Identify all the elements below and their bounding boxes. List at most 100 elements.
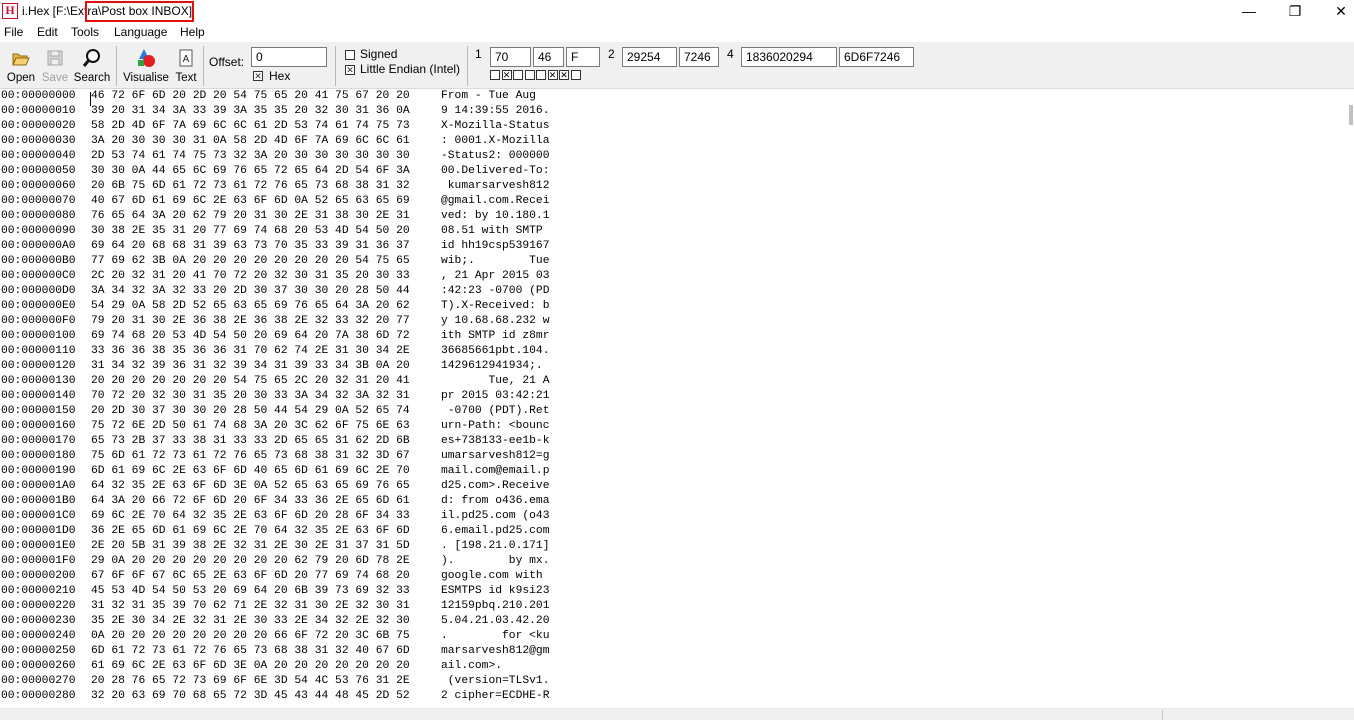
hex-row-bytes[interactable]: 69 64 20 68 68 31 39 63 73 70 35 33 39 3… — [91, 239, 431, 254]
hex-row-text[interactable]: umarsarvesh812=g — [441, 449, 561, 464]
close-button[interactable]: ✕ — [1318, 0, 1354, 22]
visualise-button[interactable]: Visualise — [121, 45, 171, 87]
hex-row-bytes[interactable]: 32 20 63 69 70 68 65 72 3D 45 43 44 48 4… — [91, 689, 431, 704]
hex-row-text[interactable]: y 10.68.68.232 w — [441, 314, 561, 329]
hex-row-bytes[interactable]: 67 6F 6F 67 6C 65 2E 63 6F 6D 20 77 69 7… — [91, 569, 431, 584]
hex-row-bytes[interactable]: 70 72 20 32 30 31 35 20 30 33 3A 34 32 3… — [91, 389, 431, 404]
dword4-hex-field[interactable]: 6D6F7246 — [839, 47, 914, 67]
hex-row-bytes[interactable]: 61 69 6C 2E 63 6F 6D 3E 0A 20 20 20 20 2… — [91, 659, 431, 674]
hex-row-bytes[interactable]: 54 29 0A 58 2D 52 65 63 65 69 76 65 64 3… — [91, 299, 431, 314]
byte1-text-field[interactable]: F — [566, 47, 600, 67]
hex-row-text[interactable]: :42:23 -0700 (PD — [441, 284, 561, 299]
hex-row-text[interactable]: 36685661pbt.104. — [441, 344, 561, 359]
hex-row-text[interactable]: Tue, 21 A — [441, 374, 561, 389]
hex-row-text[interactable]: ESMTPS id k9si23 — [441, 584, 561, 599]
offset-input[interactable]: 0 — [251, 47, 327, 67]
menu-language[interactable]: Language — [114, 25, 167, 39]
hex-row-text[interactable]: From - Tue Aug — [441, 89, 561, 104]
hex-row-bytes[interactable]: 31 34 32 39 36 31 32 39 34 31 39 33 34 3… — [91, 359, 431, 374]
hex-row-text[interactable]: ith SMTP id z8mr — [441, 329, 561, 344]
save-button[interactable]: Save — [41, 45, 69, 87]
hex-row-bytes[interactable]: 39 20 31 34 3A 33 39 3A 35 35 20 32 30 3… — [91, 104, 431, 119]
hex-row-text[interactable]: wib;. Tue — [441, 254, 561, 269]
hex-row-bytes[interactable]: 2D 53 74 61 74 75 73 32 3A 20 30 30 30 3… — [91, 149, 431, 164]
menu-edit[interactable]: Edit — [37, 25, 58, 39]
bit-checkbox[interactable] — [513, 70, 523, 80]
hex-row-text[interactable]: id hh19csp539167 — [441, 239, 561, 254]
hex-row-text[interactable]: , 21 Apr 2015 03 — [441, 269, 561, 284]
hex-row-bytes[interactable]: 2C 20 32 31 20 41 70 72 20 32 30 31 35 2… — [91, 269, 431, 284]
hex-row-text[interactable]: urn-Path: <bounc — [441, 419, 561, 434]
hex-row-text[interactable]: marsarvesh812@gm — [441, 644, 561, 659]
menu-help[interactable]: Help — [180, 25, 205, 39]
hex-row-bytes[interactable]: 79 20 31 30 2E 36 38 2E 36 38 2E 32 33 3… — [91, 314, 431, 329]
hex-row-bytes[interactable]: 3A 34 32 3A 32 33 20 2D 30 37 30 30 20 2… — [91, 284, 431, 299]
hex-row-bytes[interactable]: 30 38 2E 35 31 20 77 69 74 68 20 53 4D 5… — [91, 224, 431, 239]
hex-row-text[interactable]: ved: by 10.180.1 — [441, 209, 561, 224]
hex-row-bytes[interactable]: 77 69 62 3B 0A 20 20 20 20 20 20 20 20 5… — [91, 254, 431, 269]
signed-checkbox[interactable] — [345, 50, 355, 60]
hex-row-bytes[interactable]: 64 3A 20 66 72 6F 6D 20 6F 34 33 36 2E 6… — [91, 494, 431, 509]
menu-tools[interactable]: Tools — [71, 25, 99, 39]
hex-row-bytes[interactable]: 2E 20 5B 31 39 38 2E 32 31 2E 30 2E 31 3… — [91, 539, 431, 554]
text-button[interactable]: A Text — [174, 45, 198, 87]
hex-row-bytes[interactable]: 36 2E 65 6D 61 69 6C 2E 70 64 32 35 2E 6… — [91, 524, 431, 539]
hex-row-text[interactable]: 1429612941934;. — [441, 359, 561, 374]
hex-row-bytes[interactable]: 76 65 64 3A 20 62 79 20 31 30 2E 31 38 3… — [91, 209, 431, 224]
open-button[interactable]: Open — [4, 45, 38, 87]
hex-row-bytes[interactable]: 29 0A 20 20 20 20 20 20 20 20 62 79 20 6… — [91, 554, 431, 569]
hex-row-bytes[interactable]: 64 32 35 2E 63 6F 6D 3E 0A 52 65 63 65 6… — [91, 479, 431, 494]
hex-row-bytes[interactable]: 46 72 6F 6D 20 2D 20 54 75 65 20 41 75 6… — [91, 89, 431, 104]
hex-row-text[interactable]: 5.04.21.03.42.20 — [441, 614, 561, 629]
hex-row-text[interactable]: ail.com>. — [441, 659, 561, 674]
hex-row-text[interactable]: google.com with — [441, 569, 561, 584]
hex-row-bytes[interactable]: 31 32 31 35 39 70 62 71 2E 32 31 30 2E 3… — [91, 599, 431, 614]
dword4-decimal-field[interactable]: 1836020294 — [741, 47, 837, 67]
hex-row-text[interactable]: 08.51 with SMTP — [441, 224, 561, 239]
byte1-char-field[interactable]: 46 — [533, 47, 564, 67]
hex-checkbox[interactable]: ✕ — [253, 71, 263, 81]
hex-row-bytes[interactable]: 69 6C 2E 70 64 32 35 2E 63 6F 6D 20 28 6… — [91, 509, 431, 524]
hex-row-bytes[interactable]: 0A 20 20 20 20 20 20 20 20 66 6F 72 20 3… — [91, 629, 431, 644]
hex-row-bytes[interactable]: 65 73 2B 37 33 38 31 33 33 2D 65 65 31 6… — [91, 434, 431, 449]
hex-row-text[interactable]: kumarsarvesh812 — [441, 179, 561, 194]
hex-row-text[interactable]: d: from o436.ema — [441, 494, 561, 509]
hex-row-text[interactable]: il.pd25.com (o43 — [441, 509, 561, 524]
hex-row-bytes[interactable]: 75 72 6E 2D 50 61 74 68 3A 20 3C 62 6F 7… — [91, 419, 431, 434]
hex-row-bytes[interactable]: 40 67 6D 61 69 6C 2E 63 6F 6D 0A 52 65 6… — [91, 194, 431, 209]
hex-row-text[interactable]: : 0001.X-Mozilla — [441, 134, 561, 149]
hex-row-text[interactable]: 00.Delivered-To: — [441, 164, 561, 179]
word2-decimal-field[interactable]: 29254 — [622, 47, 677, 67]
word2-hex-field[interactable]: 7246 — [679, 47, 719, 67]
hex-row-bytes[interactable]: 20 28 76 65 72 73 69 6F 6E 3D 54 4C 53 7… — [91, 674, 431, 689]
bit-checkbox[interactable] — [536, 70, 546, 80]
hex-row-bytes[interactable]: 58 2D 4D 6F 7A 69 6C 6C 61 2D 53 74 61 7… — [91, 119, 431, 134]
scroll-thumb[interactable] — [1349, 105, 1353, 125]
bit-checkbox[interactable] — [490, 70, 500, 80]
hex-view[interactable]: 00:00000000 46 72 6F 6D 20 2D 20 54 75 65… — [0, 89, 1348, 709]
hex-row-text[interactable]: ). by mx. — [441, 554, 561, 569]
horizontal-scrollbar[interactable] — [0, 708, 1354, 720]
bit-checkbox[interactable]: ✕ — [501, 70, 512, 80]
hex-row-bytes[interactable]: 69 74 68 20 53 4D 54 50 20 69 64 20 7A 3… — [91, 329, 431, 344]
hex-row-text[interactable]: 12159pbq.210.201 — [441, 599, 561, 614]
hex-row-text[interactable]: 2 cipher=ECDHE-R — [441, 689, 561, 704]
hex-row-bytes[interactable]: 6D 61 69 6C 2E 63 6F 6D 40 65 6D 61 69 6… — [91, 464, 431, 479]
hex-row-text[interactable]: 6.email.pd25.com — [441, 524, 561, 539]
menu-file[interactable]: File — [4, 25, 23, 39]
hex-row-bytes[interactable]: 30 30 0A 44 65 6C 69 76 65 72 65 64 2D 5… — [91, 164, 431, 179]
bit-checkbox[interactable]: ✕ — [547, 70, 558, 80]
bit-checkbox[interactable] — [524, 70, 535, 80]
hex-row-text[interactable]: mail.com@email.p — [441, 464, 561, 479]
hex-row-text[interactable]: d25.com>.Receive — [441, 479, 561, 494]
little-endian-checkbox[interactable]: ✕ — [345, 65, 355, 75]
hex-row-bytes[interactable]: 3A 20 30 30 30 31 0A 58 2D 4D 6F 7A 69 6… — [91, 134, 431, 149]
hex-row-text[interactable]: T).X-Received: b — [441, 299, 561, 314]
hex-row-text[interactable]: -0700 (PDT).Ret — [441, 404, 561, 419]
bit-checkbox[interactable] — [570, 70, 581, 80]
hex-row-bytes[interactable]: 20 6B 75 6D 61 72 73 61 72 76 65 73 68 3… — [91, 179, 431, 194]
hex-row-bytes[interactable]: 6D 61 72 73 61 72 76 65 73 68 38 31 32 4… — [91, 644, 431, 659]
hex-row-text[interactable]: @gmail.com.Recei — [441, 194, 561, 209]
hex-row-bytes[interactable]: 45 53 4D 54 50 53 20 69 64 20 6B 39 73 6… — [91, 584, 431, 599]
hex-row-text[interactable]: . [198.21.0.171] — [441, 539, 561, 554]
